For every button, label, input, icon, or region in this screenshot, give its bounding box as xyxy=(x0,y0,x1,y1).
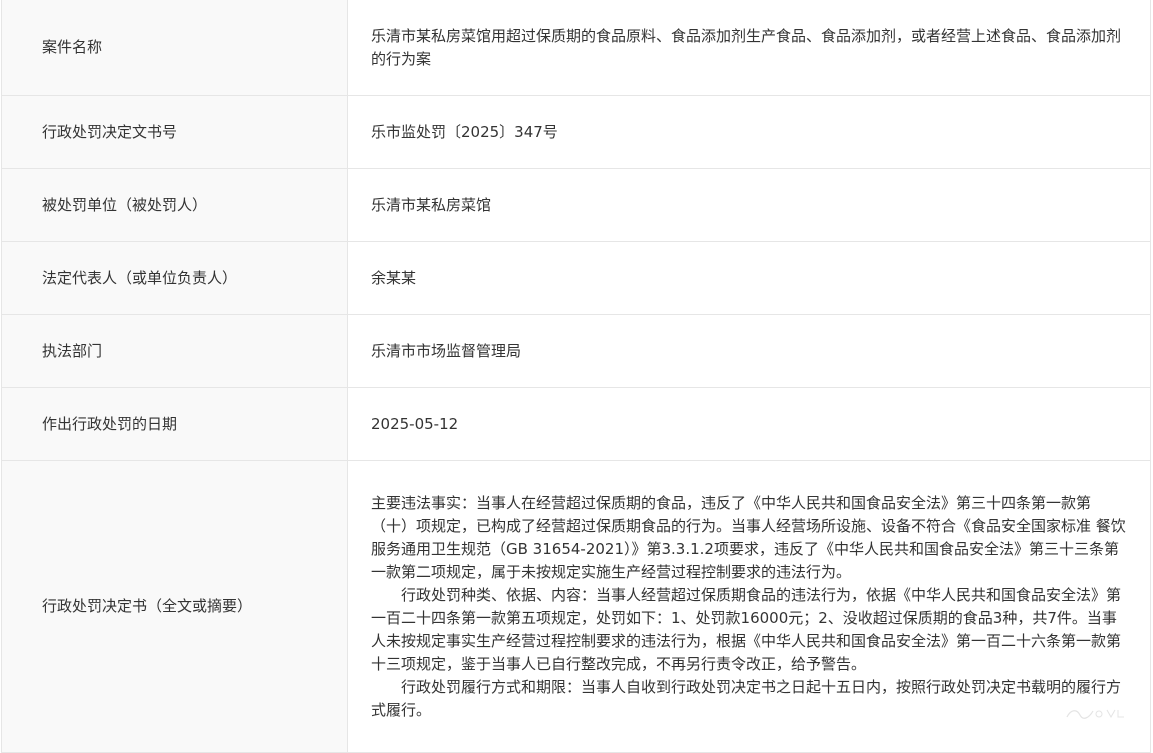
document-number-value: 乐市监处罚〔2025〕347号 xyxy=(348,121,1150,144)
row-value-cell: 乐清市市场监督管理局 xyxy=(348,315,1151,388)
penalty-date-label: 作出行政处罚的日期 xyxy=(2,413,347,436)
enforcement-department-value: 乐清市市场监督管理局 xyxy=(348,340,1150,363)
table-row: 法定代表人（或单位负责人） 余某某 xyxy=(2,242,1151,315)
row-value-cell: 乐市监处罚〔2025〕347号 xyxy=(348,96,1151,169)
document-number-label: 行政处罚决定文书号 xyxy=(2,121,347,144)
row-label-cell: 行政处罚决定文书号 xyxy=(2,96,348,169)
case-info-table: 案件名称 乐清市某私房菜馆用超过保质期的食品原料、食品添加剂生产食品、食品添加剂… xyxy=(1,0,1151,753)
table-row: 执法部门 乐清市市场监督管理局 xyxy=(2,315,1151,388)
table-row: 行政处罚决定书（全文或摘要） 主要违法事实：当事人在经营超过保质期的食品，违反了… xyxy=(2,461,1151,753)
watermark-logo xyxy=(1065,706,1127,720)
penalized-party-label: 被处罚单位（被处罚人） xyxy=(2,194,347,217)
table-row: 作出行政处罚的日期 2025-05-12 xyxy=(2,388,1151,461)
row-value-cell: 余某某 xyxy=(348,242,1151,315)
row-label-cell: 执法部门 xyxy=(2,315,348,388)
table-row: 被处罚单位（被处罚人） 乐清市某私房菜馆 xyxy=(2,169,1151,242)
legal-representative-value: 余某某 xyxy=(348,267,1150,290)
row-value-cell: 乐清市某私房菜馆 xyxy=(348,169,1151,242)
row-label-cell: 作出行政处罚的日期 xyxy=(2,388,348,461)
row-value-cell: 2025-05-12 xyxy=(348,388,1151,461)
row-label-cell: 行政处罚决定书（全文或摘要） xyxy=(2,461,348,753)
enforcement-department-label: 执法部门 xyxy=(2,340,347,363)
row-label-cell: 案件名称 xyxy=(2,0,348,96)
fulfillment-paragraph: 行政处罚履行方式和期限：当事人自收到行政处罚决定书之日起十五日内，按照行政处罚决… xyxy=(371,676,1128,722)
penalty-date-value: 2025-05-12 xyxy=(348,413,1150,436)
row-value-cell: 乐清市某私房菜馆用超过保质期的食品原料、食品添加剂生产食品、食品添加剂，或者经营… xyxy=(348,0,1151,96)
case-name-label: 案件名称 xyxy=(2,36,347,59)
penalty-basis-paragraph: 行政处罚种类、依据、内容：当事人经营超过保质期食品的违法行为，依据《中华人民共和… xyxy=(371,584,1128,676)
legal-representative-label: 法定代表人（或单位负责人） xyxy=(2,267,347,290)
table-row: 案件名称 乐清市某私房菜馆用超过保质期的食品原料、食品添加剂生产食品、食品添加剂… xyxy=(2,0,1151,96)
violation-facts-paragraph: 主要违法事实：当事人在经营超过保质期的食品，违反了《中华人民共和国食品安全法》第… xyxy=(371,492,1128,584)
decision-content: 主要违法事实：当事人在经营超过保质期的食品，违反了《中华人民共和国食品安全法》第… xyxy=(348,492,1150,722)
row-value-cell: 主要违法事实：当事人在经营超过保质期的食品，违反了《中华人民共和国食品安全法》第… xyxy=(348,461,1151,753)
case-name-value: 乐清市某私房菜馆用超过保质期的食品原料、食品添加剂生产食品、食品添加剂，或者经营… xyxy=(348,25,1150,71)
row-label-cell: 法定代表人（或单位负责人） xyxy=(2,242,348,315)
row-label-cell: 被处罚单位（被处罚人） xyxy=(2,169,348,242)
penalized-party-value: 乐清市某私房菜馆 xyxy=(348,194,1150,217)
decision-label: 行政处罚决定书（全文或摘要） xyxy=(2,595,347,618)
table-row: 行政处罚决定文书号 乐市监处罚〔2025〕347号 xyxy=(2,96,1151,169)
